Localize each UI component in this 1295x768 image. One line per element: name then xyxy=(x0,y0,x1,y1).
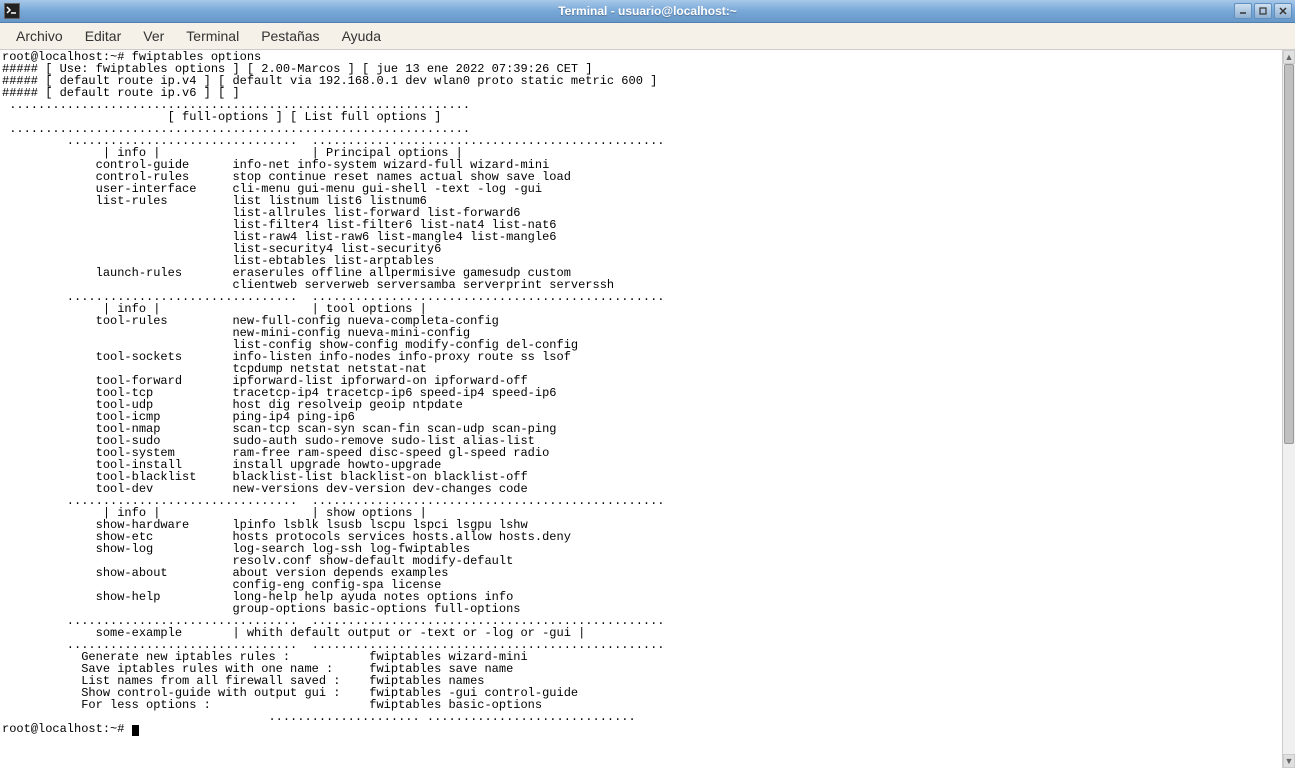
maximize-button[interactable] xyxy=(1254,3,1272,19)
cursor xyxy=(132,725,139,736)
menu-bar: Archivo Editar Ver Terminal Pestañas Ayu… xyxy=(0,23,1295,50)
close-button[interactable] xyxy=(1274,3,1292,19)
window-controls xyxy=(1234,3,1292,19)
menu-ver[interactable]: Ver xyxy=(133,25,174,47)
menu-ayuda[interactable]: Ayuda xyxy=(332,25,391,47)
terminal-icon xyxy=(4,3,20,19)
terminal-output: root@localhost:~# fwiptables options ###… xyxy=(0,50,1295,737)
terminal-pane[interactable]: root@localhost:~# fwiptables options ###… xyxy=(0,50,1295,768)
title-bar: Terminal - usuario@localhost:~ xyxy=(0,0,1295,23)
window-title: Terminal - usuario@localhost:~ xyxy=(0,4,1295,18)
scroll-thumb[interactable] xyxy=(1284,64,1294,444)
scrollbar[interactable]: ▲ ▼ xyxy=(1282,50,1295,768)
menu-editar[interactable]: Editar xyxy=(75,25,132,47)
scroll-up-button[interactable]: ▲ xyxy=(1283,50,1295,64)
minimize-button[interactable] xyxy=(1234,3,1252,19)
menu-terminal[interactable]: Terminal xyxy=(176,25,249,47)
scroll-down-button[interactable]: ▼ xyxy=(1283,754,1295,768)
menu-pestanas[interactable]: Pestañas xyxy=(251,25,329,47)
menu-archivo[interactable]: Archivo xyxy=(6,25,73,47)
